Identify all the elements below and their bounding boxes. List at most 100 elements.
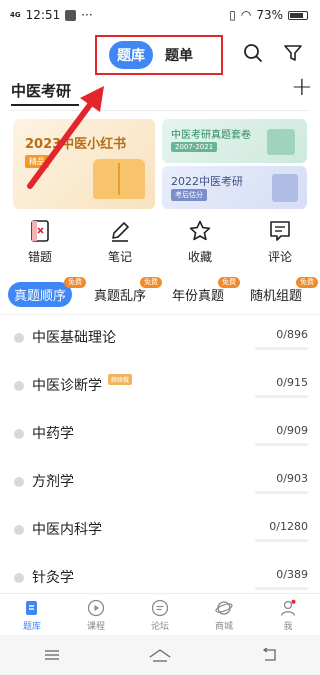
status-dot bbox=[14, 381, 24, 391]
banner-red-book-title: 2023中医小红书 bbox=[25, 137, 127, 152]
banner-area: 2023中医小红书 精品 中医考研真题套卷 2007-2021 2022中医考研… bbox=[0, 119, 320, 213]
nav-courses[interactable]: 课程 bbox=[64, 594, 128, 635]
tab-sequential[interactable]: 真题顺序 bbox=[8, 282, 73, 307]
status-bar: 4G 12:51 ··· ▯ ◠ 73% bbox=[0, 0, 320, 30]
star-icon bbox=[189, 220, 211, 241]
vibrate-icon: ▯ bbox=[229, 8, 236, 22]
quick-notes[interactable]: 笔记 bbox=[80, 219, 160, 277]
tab-random[interactable]: 随机组题 bbox=[250, 285, 302, 304]
subject-progress: 0/1280 bbox=[269, 520, 308, 533]
nav-label: 商城 bbox=[214, 622, 233, 632]
status-dot bbox=[14, 477, 24, 487]
tab-question-bank[interactable]: 题库 bbox=[109, 41, 153, 69]
subject-progress: 0/389 bbox=[276, 568, 308, 581]
progress-bar bbox=[255, 347, 308, 350]
search-icon[interactable] bbox=[243, 43, 263, 63]
planet-icon bbox=[215, 601, 233, 615]
subject-progress: 0/896 bbox=[276, 328, 308, 341]
nav-me[interactable]: 我 bbox=[256, 594, 320, 635]
list-item[interactable]: 中医内科学 0/1280 bbox=[0, 507, 320, 555]
nav-label: 论坛 bbox=[150, 622, 169, 632]
progress-bar bbox=[255, 539, 308, 542]
quick-wrong-questions[interactable]: 错题 bbox=[0, 219, 80, 277]
top-tab-switcher: 题库 题单 bbox=[95, 35, 223, 75]
nav-label: 我 bbox=[283, 622, 293, 632]
progress-bar bbox=[255, 491, 308, 494]
nav-forum[interactable]: 论坛 bbox=[128, 594, 192, 635]
nav-label: 题库 bbox=[22, 622, 41, 632]
book-icon bbox=[93, 159, 145, 199]
pencil-icon bbox=[112, 222, 129, 242]
banner-score-estimate-tag: 考后估分 bbox=[171, 189, 207, 201]
notification-icon bbox=[65, 9, 77, 21]
wifi-icon: ◠ bbox=[240, 8, 252, 22]
status-dots: ··· bbox=[81, 8, 93, 22]
progress-bar bbox=[255, 587, 308, 590]
menu-icon[interactable] bbox=[44, 649, 60, 661]
top-bar: 题库 题单 bbox=[0, 30, 320, 75]
progress-bar bbox=[255, 443, 308, 446]
divider bbox=[10, 110, 310, 111]
user-icon bbox=[280, 599, 296, 616]
banner-past-papers-tag: 2007-2021 bbox=[171, 142, 218, 152]
play-icon bbox=[87, 599, 105, 617]
tab-by-year[interactable]: 年份真题 bbox=[172, 285, 224, 304]
list-item[interactable]: 方剂学 0/903 bbox=[0, 459, 320, 507]
status-dot bbox=[14, 333, 24, 343]
status-time: 12:51 bbox=[25, 8, 61, 22]
comment-icon bbox=[270, 221, 290, 241]
free-badge: 免费 bbox=[140, 277, 162, 288]
status-dot bbox=[14, 525, 24, 535]
section-title[interactable]: 中医考研 bbox=[11, 80, 71, 101]
continue-badge: 继续做 bbox=[108, 374, 133, 385]
quick-comments[interactable]: 评论 bbox=[240, 219, 320, 277]
list-item[interactable]: 中医诊断学 继续做 0/915 bbox=[0, 363, 320, 411]
forum-icon bbox=[151, 599, 169, 617]
document-icon bbox=[267, 129, 295, 155]
battery-percent: 73% bbox=[256, 8, 283, 22]
banner-score-estimate[interactable]: 2022中医考研 考后估分 bbox=[162, 166, 307, 209]
subject-name: 方剂学 bbox=[32, 474, 74, 490]
nav-store[interactable]: 商城 bbox=[192, 594, 256, 635]
section-title-underline bbox=[11, 104, 79, 106]
bottom-nav: 题库 课程 论坛 商城 我 bbox=[0, 593, 320, 635]
status-dot bbox=[14, 573, 24, 583]
battery-icon bbox=[288, 10, 308, 20]
list-item[interactable]: 中药学 0/909 bbox=[0, 411, 320, 459]
nav-question-bank[interactable]: 题库 bbox=[0, 594, 64, 635]
progress-bar bbox=[255, 395, 308, 398]
add-icon[interactable]: + bbox=[291, 72, 313, 102]
section-header: 中医考研 + bbox=[0, 72, 320, 110]
quick-favorites-label: 收藏 bbox=[187, 250, 212, 264]
tab-shuffled[interactable]: 真题乱序 bbox=[94, 285, 146, 304]
nav-label: 课程 bbox=[86, 622, 105, 632]
tab-question-list[interactable]: 题单 bbox=[165, 45, 193, 65]
banner-score-estimate-title: 2022中医考研 bbox=[171, 175, 243, 188]
status-dot bbox=[14, 429, 24, 439]
subject-name: 中药学 bbox=[32, 426, 74, 442]
quick-favorites[interactable]: 收藏 bbox=[160, 219, 240, 277]
quick-actions: 错题 笔记 收藏 评论 bbox=[0, 219, 320, 277]
subject-progress: 0/915 bbox=[276, 376, 308, 389]
subject-name: 中医基础理论 bbox=[32, 330, 116, 346]
banner-past-papers-title: 中医考研真题套卷 bbox=[171, 130, 251, 141]
system-nav-bar bbox=[0, 635, 320, 675]
list-item[interactable]: 中医基础理论 0/896 bbox=[0, 315, 320, 363]
subject-name: 中医内科学 bbox=[32, 522, 102, 538]
quick-wrong-label: 错题 bbox=[27, 250, 52, 264]
free-badge: 免费 bbox=[64, 277, 86, 288]
home-icon[interactable] bbox=[149, 648, 171, 662]
filter-icon[interactable] bbox=[283, 43, 303, 63]
banner-red-book-tag: 精品 bbox=[25, 155, 49, 168]
banner-past-papers[interactable]: 中医考研真题套卷 2007-2021 bbox=[162, 119, 307, 163]
subject-name: 中医诊断学 bbox=[32, 378, 102, 394]
subject-list: 中医基础理论 0/896 中医诊断学 继续做 0/915 中药学 0/909 方… bbox=[0, 315, 320, 603]
quick-notes-label: 笔记 bbox=[107, 250, 132, 264]
back-icon[interactable] bbox=[260, 648, 276, 662]
question-bank-icon bbox=[26, 601, 37, 615]
quick-comments-label: 评论 bbox=[267, 250, 292, 264]
signal-icon: 4G bbox=[10, 10, 21, 19]
wrong-book-icon bbox=[31, 220, 49, 242]
banner-red-book[interactable]: 2023中医小红书 精品 bbox=[13, 119, 155, 209]
subject-name: 针灸学 bbox=[32, 570, 74, 586]
